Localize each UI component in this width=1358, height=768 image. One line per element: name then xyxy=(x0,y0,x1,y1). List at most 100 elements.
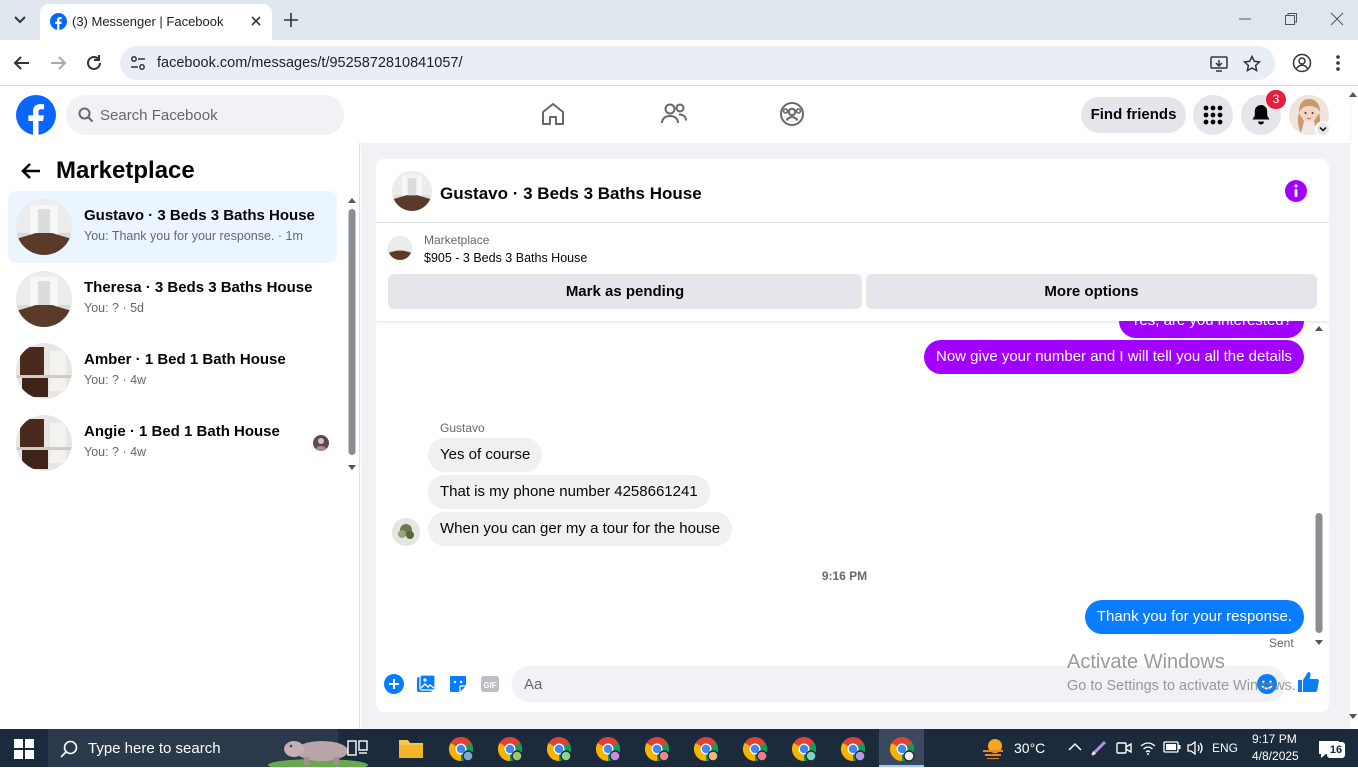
site-info-icon[interactable] xyxy=(130,55,146,71)
listing-title[interactable]: $905 - 3 Beds 3 Baths House xyxy=(424,251,587,265)
browser-tab-bar: (3) Messenger | Facebook xyxy=(0,0,1358,40)
sticker-icon[interactable] xyxy=(448,674,468,694)
taskbar-search-box[interactable]: Type here to search xyxy=(48,729,368,767)
conversation-snippet: You: ? · 4w xyxy=(84,373,147,387)
close-window-icon[interactable] xyxy=(1330,12,1344,26)
grid-icon xyxy=(1203,105,1223,125)
mark-as-pending-button[interactable]: Mark as pending xyxy=(388,274,862,309)
more-options-button[interactable]: More options xyxy=(866,274,1317,309)
listing-thumbnail-avatar[interactable] xyxy=(392,171,432,211)
windows-taskbar: Type here to search 30°C ENG 9:17 PM 4/8… xyxy=(0,729,1358,767)
chrome-profile-icon[interactable] xyxy=(693,736,719,762)
tab-search-button[interactable] xyxy=(6,7,34,33)
conversation-snippet: You: Thank you for your response. · 1m xyxy=(84,229,303,243)
seen-avatar xyxy=(313,435,329,451)
tab-close-icon[interactable] xyxy=(248,13,264,29)
message-input[interactable]: Aa xyxy=(512,666,1286,702)
new-tab-plus-icon[interactable] xyxy=(282,11,300,29)
message-bubble-outgoing: Yes, are you interested? xyxy=(1118,321,1304,338)
chrome-profile-icon[interactable] xyxy=(791,736,817,762)
temperature-text[interactable]: 30°C xyxy=(1014,740,1045,756)
notification-badge: 3 xyxy=(1266,90,1286,109)
account-menu-button[interactable] xyxy=(1315,121,1331,137)
notification-count-badge: 16 xyxy=(1327,742,1345,758)
pen-icon[interactable] xyxy=(1090,739,1116,765)
conversation-name: Theresa · 3 Beds 3 Baths House xyxy=(84,279,313,296)
search-icon xyxy=(60,740,78,758)
conversation-item[interactable]: Gustavo · 3 Beds 3 Baths House You: Than… xyxy=(8,191,337,263)
windows-start-icon[interactable] xyxy=(14,739,34,759)
chrome-profile-icon[interactable] xyxy=(448,736,474,762)
forward-arrow-icon[interactable] xyxy=(48,53,68,73)
restore-icon[interactable] xyxy=(1284,12,1298,26)
emoji-icon[interactable] xyxy=(1256,673,1278,695)
meet-now-icon[interactable] xyxy=(1116,740,1142,766)
sidebar-title: Marketplace xyxy=(56,157,195,184)
chrome-profile-icon[interactable] xyxy=(889,736,915,762)
search-icon xyxy=(78,107,94,123)
conversation-name: Amber · 1 Bed 1 Bath House xyxy=(84,351,286,368)
reload-icon[interactable] xyxy=(84,53,104,73)
address-bar[interactable]: facebook.com/messages/t/9525872810841057… xyxy=(120,46,1275,80)
plus-circle-icon[interactable] xyxy=(384,674,404,694)
listing-thumbnail[interactable] xyxy=(388,236,412,260)
friends-icon[interactable] xyxy=(660,101,688,127)
facebook-favicon-icon xyxy=(50,13,67,30)
page-scroll-up-arrow-icon[interactable] xyxy=(1348,90,1358,98)
install-app-icon[interactable] xyxy=(1210,55,1228,73)
back-arrow-icon[interactable] xyxy=(20,161,42,181)
clock-date[interactable]: 4/8/2025 xyxy=(1252,749,1299,763)
home-icon[interactable] xyxy=(540,101,566,127)
task-view-icon[interactable] xyxy=(347,739,373,765)
sender-name: Gustavo xyxy=(440,421,485,435)
browser-menu-icon[interactable] xyxy=(1330,53,1346,73)
listing-thumbnail-avatar xyxy=(16,199,72,255)
bookmark-star-icon[interactable] xyxy=(1243,55,1261,73)
thumbs-up-icon[interactable] xyxy=(1296,670,1320,694)
chrome-profile-icon[interactable] xyxy=(595,736,621,762)
facebook-logo-icon[interactable] xyxy=(16,95,56,135)
gif-icon[interactable]: GIF xyxy=(480,674,500,694)
chevron-down-icon xyxy=(1319,126,1327,132)
conversation-item[interactable]: Angie · 1 Bed 1 Bath House You: ? · 4w xyxy=(8,407,337,479)
facebook-search-input[interactable]: Search Facebook xyxy=(66,95,344,135)
minimize-icon[interactable] xyxy=(1238,12,1252,26)
chat-panel: Gustavo · 3 Beds 3 Baths House Marketpla… xyxy=(376,159,1329,712)
chat-scrollbar[interactable] xyxy=(1313,323,1325,653)
browser-tab-messenger[interactable]: (3) Messenger | Facebook xyxy=(40,4,272,40)
message-bubble-incoming: That is my phone number 4258661241 xyxy=(428,475,710,509)
sidebar-scrollbar[interactable] xyxy=(346,195,358,475)
chrome-profile-icon[interactable] xyxy=(497,736,523,762)
conversation-item[interactable]: Amber · 1 Bed 1 Bath House You: ? · 4w xyxy=(8,335,337,407)
find-friends-button[interactable]: Find friends xyxy=(1081,97,1186,133)
browser-toolbar: facebook.com/messages/t/9525872810841057… xyxy=(0,40,1358,86)
listing-thumbnail-avatar xyxy=(16,343,72,399)
profile-icon[interactable] xyxy=(1292,53,1312,73)
file-explorer-icon[interactable] xyxy=(398,737,424,763)
sender-avatar[interactable] xyxy=(392,518,420,546)
conversation-item[interactable]: Theresa · 3 Beds 3 Baths House You: ? · … xyxy=(8,263,337,335)
photo-icon[interactable] xyxy=(416,674,436,694)
search-placeholder: Search Facebook xyxy=(100,107,218,124)
bell-icon xyxy=(1252,105,1270,125)
info-icon[interactable] xyxy=(1284,179,1308,203)
chat-title[interactable]: Gustavo · 3 Beds 3 Baths House xyxy=(440,184,702,204)
menu-grid-button[interactable] xyxy=(1193,95,1233,135)
chrome-profile-icon[interactable] xyxy=(546,736,572,762)
conversation-snippet: You: ? · 5d xyxy=(84,301,145,315)
language-indicator[interactable]: ENG xyxy=(1212,741,1238,755)
chrome-profile-icon[interactable] xyxy=(840,736,866,762)
chrome-profile-icon[interactable] xyxy=(644,736,670,762)
clock-time[interactable]: 9:17 PM xyxy=(1252,732,1297,746)
conversation-snippet: You: ? · 4w xyxy=(84,445,147,459)
page-scroll-down-arrow-icon[interactable] xyxy=(1348,713,1358,721)
chevron-down-icon xyxy=(14,16,26,24)
battery-icon[interactable] xyxy=(1163,741,1189,767)
url-text[interactable]: facebook.com/messages/t/9525872810841057… xyxy=(157,55,463,71)
back-arrow-icon[interactable] xyxy=(12,53,32,73)
weather-icon[interactable] xyxy=(981,737,1007,763)
chrome-profile-icon[interactable] xyxy=(742,736,768,762)
message-composer: GIF Aa xyxy=(376,661,1329,712)
volume-icon[interactable] xyxy=(1187,740,1213,766)
groups-icon[interactable] xyxy=(779,101,805,127)
